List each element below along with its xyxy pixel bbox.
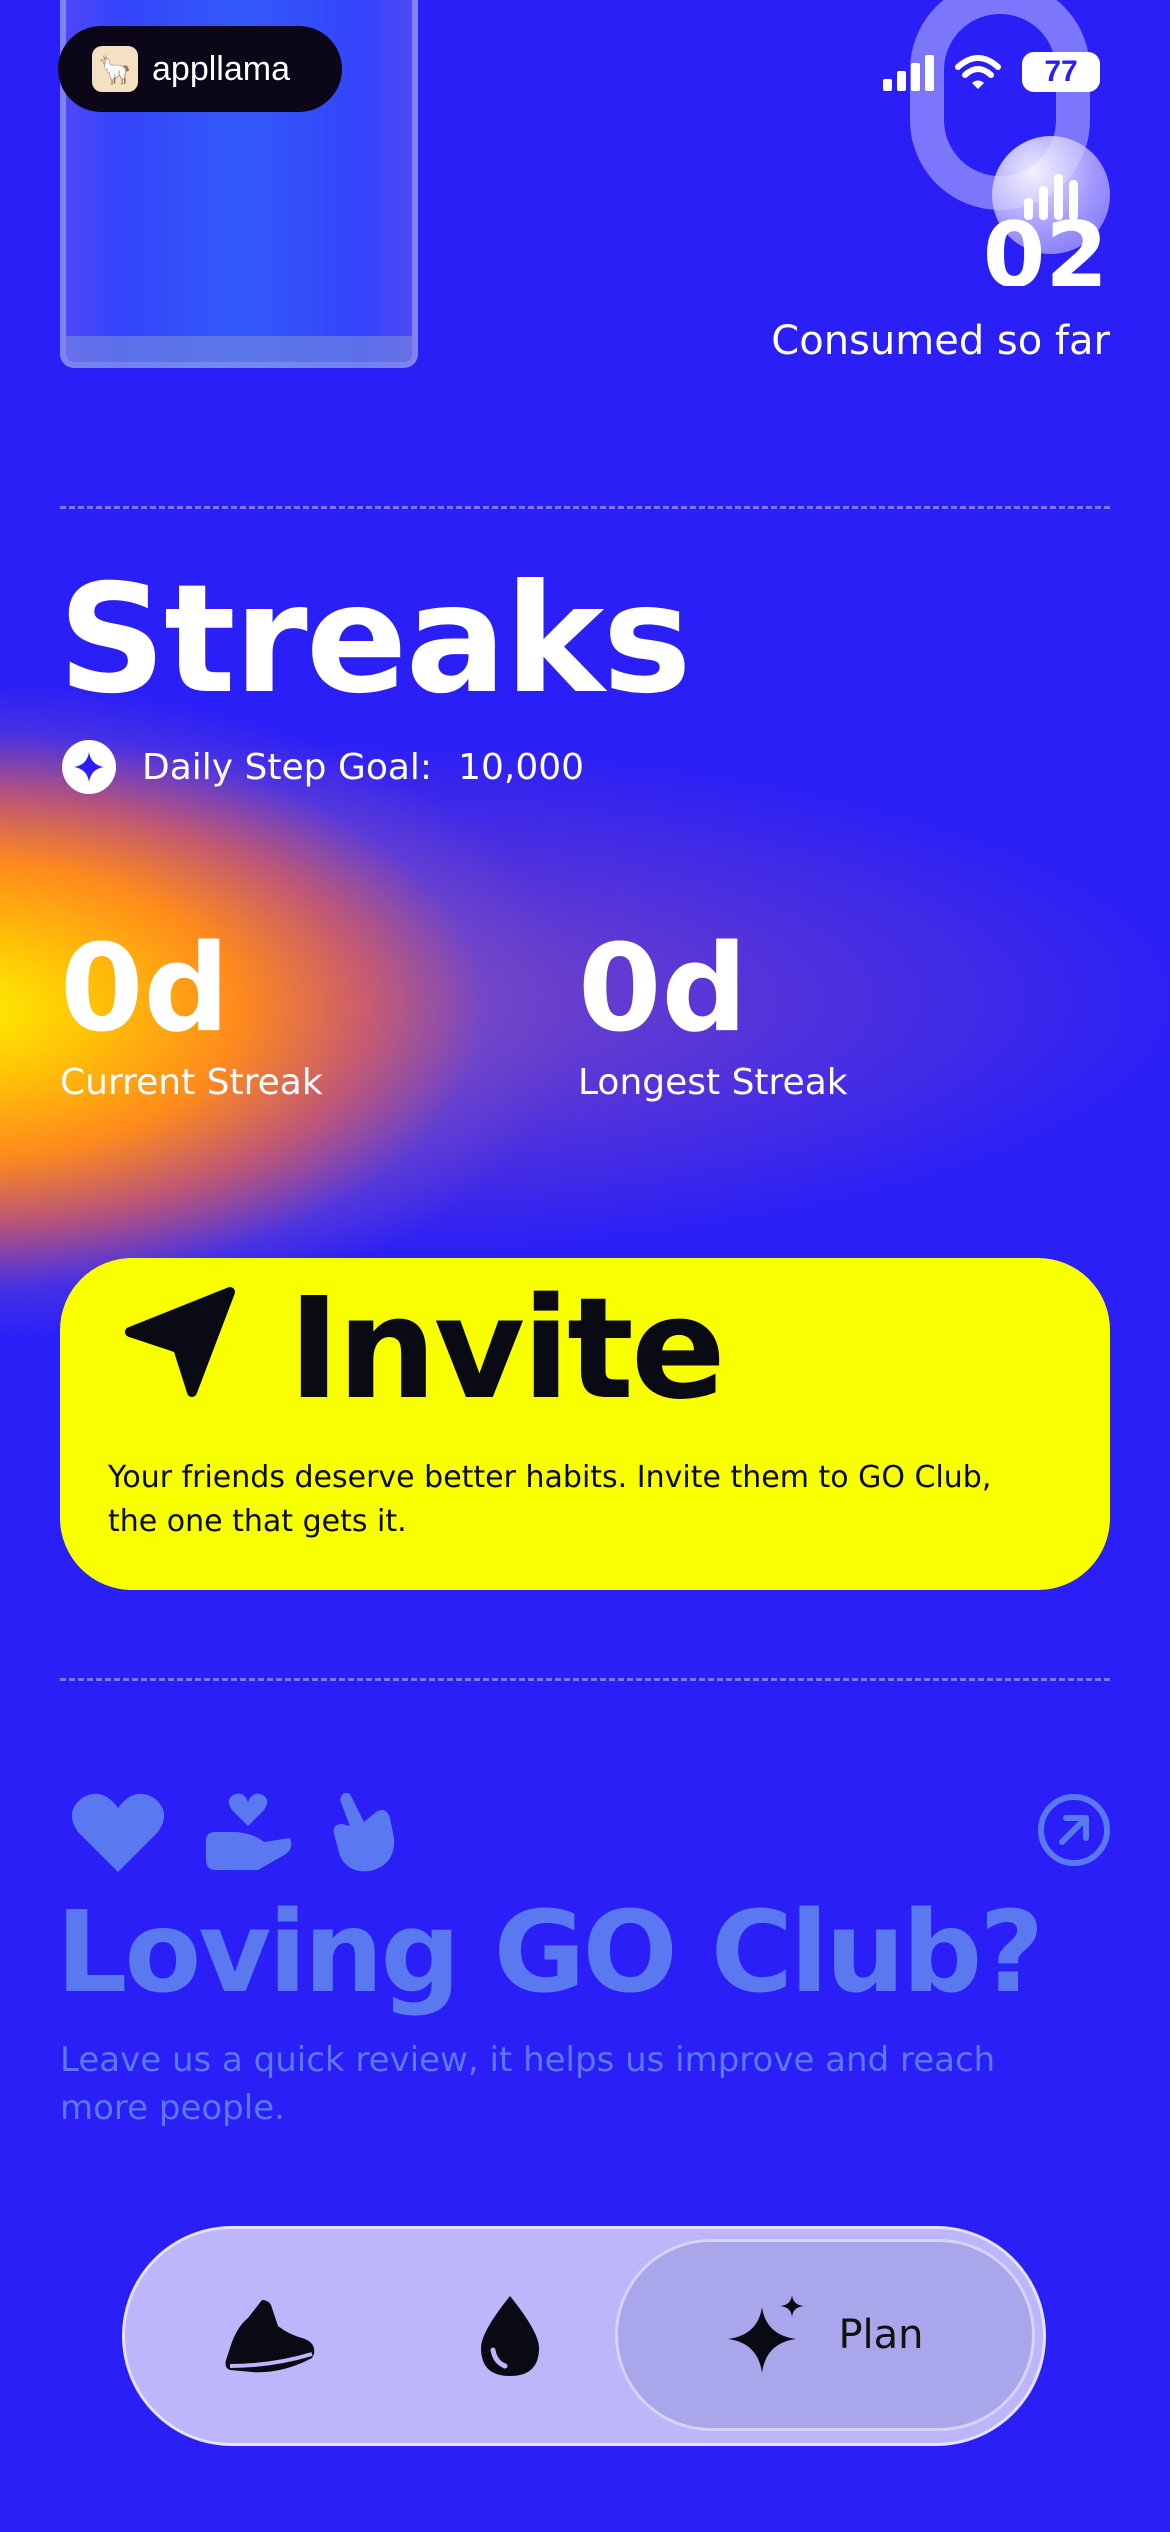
current-streak-value: 0d	[60, 920, 230, 1059]
longest-streak-value: 0d	[578, 920, 748, 1059]
consumed-value: 02	[982, 216, 1108, 286]
daily-step-goal: Daily Step Goal: 10,000	[62, 740, 584, 794]
status-bar: 77	[883, 52, 1100, 92]
streaks-title: Streaks	[58, 553, 692, 727]
consumed-label: Consumed so far	[771, 318, 1110, 364]
review-title: Loving GO Club?	[56, 1888, 1044, 2018]
review-icons	[70, 1790, 400, 1874]
invite-card[interactable]: Invite Your friends deserve better habit…	[60, 1258, 1110, 1590]
tab-plan-label: Plan	[838, 2312, 924, 2358]
current-streak-label: Current Streak	[60, 1062, 323, 1103]
tab-plan[interactable]: Plan	[615, 2239, 1035, 2431]
water-drop-icon	[481, 2296, 539, 2376]
review-description: Leave us a quick review, it helps us imp…	[60, 2040, 996, 2128]
goal-label: Daily Step Goal:	[142, 746, 433, 788]
battery-indicator: 77	[1022, 52, 1100, 92]
goal-value: 10,000	[458, 746, 585, 788]
llama-logo-icon: 🦙	[92, 46, 138, 92]
app-screen: 🦙 appllama 77 02 Consumed so far Streaks…	[0, 0, 1170, 2532]
invite-description: Your friends deserve better habits. Invi…	[108, 1460, 992, 1539]
tab-steps[interactable]	[185, 2229, 355, 2443]
sneaker-icon	[225, 2300, 315, 2373]
finger-heart-icon	[333, 1792, 395, 1872]
paper-plane-icon	[125, 1287, 235, 1397]
tab-water[interactable]	[425, 2229, 595, 2443]
bottom-tab-bar: Plan	[122, 2226, 1046, 2446]
heart-icon	[71, 1793, 165, 1872]
longest-streak-label: Longest Streak	[578, 1062, 848, 1103]
brand-name: appllama	[152, 49, 290, 88]
invite-title: Invite	[288, 1268, 726, 1431]
sparkle-badge-icon	[62, 740, 116, 794]
arrow-up-right-icon	[1059, 1815, 1089, 1845]
sparkle-icon	[728, 2295, 805, 2373]
open-review-button[interactable]	[1038, 1794, 1110, 1866]
signal-icon	[883, 53, 934, 91]
section-divider	[60, 506, 1110, 509]
hand-heart-icon	[206, 1793, 292, 1870]
wifi-icon	[955, 55, 1001, 89]
section-divider	[60, 1678, 1110, 1681]
brand-pill: 🦙 appllama	[58, 26, 342, 112]
